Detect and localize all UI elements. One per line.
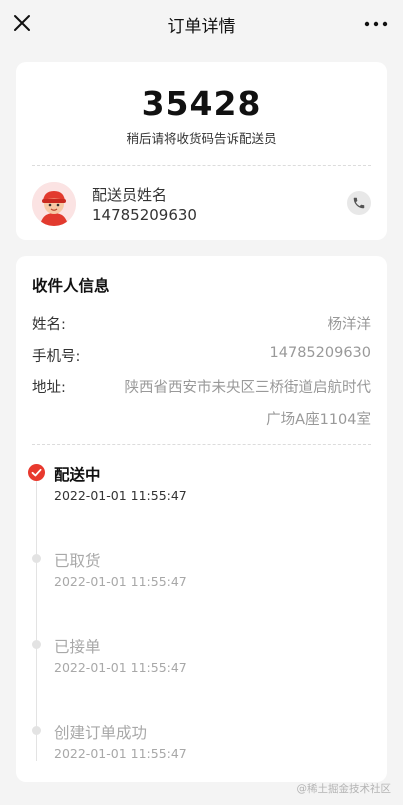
timeline-dot xyxy=(32,554,41,563)
check-circle-icon xyxy=(28,464,45,481)
more-icon[interactable] xyxy=(363,14,389,34)
top-nav-bar: 订单详情 xyxy=(0,0,403,47)
phone-label: 手机号: xyxy=(32,349,81,365)
recipient-info-card: 收件人信息 姓名: 杨洋洋 手机号: 14785209630 地址: 陕西省西安… xyxy=(16,256,387,782)
courier-avatar xyxy=(32,182,76,226)
courier-name: 配送员姓名 xyxy=(92,186,168,204)
phone-icon xyxy=(353,197,365,209)
timeline-step-time: 2022-01-01 11:55:47 xyxy=(54,488,187,503)
page-title: 订单详情 xyxy=(167,17,236,37)
order-detail-page: 订单详情 35428 稍后请将收货码告诉配送员 配送员姓名 1478520963… xyxy=(0,0,403,805)
call-courier-button[interactable] xyxy=(347,191,371,215)
timeline-track xyxy=(36,476,37,761)
timeline-dot xyxy=(32,640,41,649)
divider xyxy=(32,165,371,166)
pickup-code: 35428 xyxy=(141,84,262,123)
timeline-dot xyxy=(32,726,41,735)
name-value: 杨洋洋 xyxy=(327,317,372,333)
name-label: 姓名: xyxy=(32,317,66,333)
timeline-step-title: 创建订单成功 xyxy=(54,724,148,742)
courier-avatar-icon xyxy=(32,182,76,226)
courier-phone: 14785209630 xyxy=(92,206,197,224)
pickup-code-card: 35428 稍后请将收货码告诉配送员 配送员姓名 14785209630 xyxy=(16,62,387,240)
timeline-step-time: 2022-01-01 11:55:47 xyxy=(54,746,187,761)
pickup-hint: 稍后请将收货码告诉配送员 xyxy=(126,131,277,146)
phone-value: 14785209630 xyxy=(269,345,371,361)
address-label: 地址: xyxy=(32,380,66,396)
divider xyxy=(32,444,371,445)
timeline-step-title: 已接单 xyxy=(54,638,101,656)
section-title: 收件人信息 xyxy=(32,277,110,295)
timeline-step-title: 已取货 xyxy=(54,552,101,570)
address-line-2: 广场A座1104室 xyxy=(266,412,371,428)
address-line-1: 陕西省西安市未央区三桥街道启航时代 xyxy=(124,380,372,396)
watermark: @稀土掘金技术社区 xyxy=(296,783,392,795)
timeline-step-time: 2022-01-01 11:55:47 xyxy=(54,574,187,589)
timeline-step-title: 配送中 xyxy=(54,466,101,484)
timeline-step-time: 2022-01-01 11:55:47 xyxy=(54,660,187,675)
